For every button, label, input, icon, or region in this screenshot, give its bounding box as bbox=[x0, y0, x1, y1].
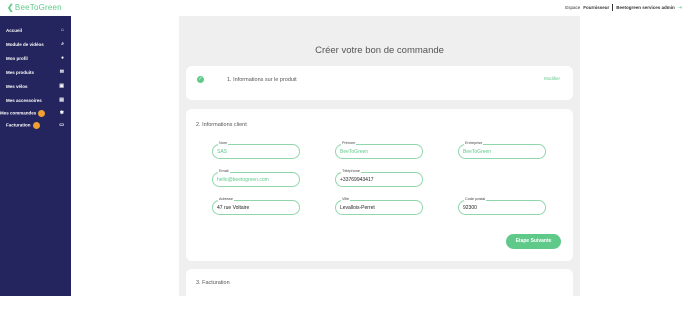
gear-icon: ✱ bbox=[59, 109, 64, 116]
logo[interactable]: ❮ BeeToGreen bbox=[7, 3, 62, 12]
card-icon: ▭ bbox=[59, 121, 64, 128]
space-prefix: Espace bbox=[565, 5, 581, 10]
sidebar-item-profil[interactable]: Mon profil ● bbox=[0, 53, 71, 63]
sidebar-item-accueil[interactable]: Accueil ⌂ bbox=[0, 25, 71, 35]
nom-field[interactable]: Nom SAS bbox=[212, 141, 300, 159]
step2-title: 2. Informations client bbox=[196, 122, 247, 128]
space-name: Fournisseur bbox=[583, 5, 610, 10]
next-step-button[interactable]: Etape Suivante bbox=[506, 234, 561, 249]
field-label: Nom bbox=[218, 141, 229, 145]
field-value: 47 rue Voltaire bbox=[217, 205, 250, 211]
field-value: +33769943417 bbox=[340, 177, 374, 183]
logo-mark-icon: ❮ bbox=[7, 3, 14, 12]
sidebar-item-label: Mes accessoires bbox=[6, 97, 42, 103]
notification-badge bbox=[38, 109, 46, 117]
field-value: BeeToGreen bbox=[463, 149, 492, 155]
logo-text: BeeToGreen bbox=[14, 3, 62, 12]
telephone-field[interactable]: Téléphone +33769943417 bbox=[335, 169, 423, 187]
code-postal-field[interactable]: Code postal 92300 bbox=[458, 197, 546, 215]
step1-title: 1. Informations sur le produit bbox=[227, 77, 297, 83]
field-label: Code postal bbox=[464, 197, 487, 201]
sidebar-item-label: Mes commandes bbox=[0, 110, 37, 116]
check-icon: ✓ bbox=[197, 76, 204, 83]
notification-badge bbox=[32, 121, 40, 129]
field-value: hello@beetogreen.com bbox=[217, 177, 269, 183]
sidebar-item-label: Mon profil bbox=[6, 55, 28, 61]
field-label: Email bbox=[218, 169, 230, 173]
home-icon: ⌂ bbox=[60, 26, 64, 33]
sidebar-item-label: Mes produits bbox=[6, 69, 35, 75]
divider bbox=[612, 4, 614, 11]
sidebar-item-velos[interactable]: Mes vélos ▣ bbox=[0, 81, 71, 91]
sidebar-item-facturation[interactable]: Facturation ▭ bbox=[0, 120, 71, 130]
step3-card[interactable] bbox=[186, 269, 573, 309]
user-icon: ● bbox=[60, 54, 64, 61]
field-value: 92300 bbox=[463, 205, 477, 211]
mail-icon: ✉ bbox=[59, 68, 64, 75]
field-label: Prénom bbox=[341, 141, 357, 145]
field-value: BeeToGreen bbox=[340, 149, 369, 155]
user-area: Espace Fournisseur Beetogreen services a… bbox=[565, 4, 682, 11]
field-value: Levallois-Perret bbox=[340, 205, 375, 211]
sidebar-item-videos[interactable]: Module de vidéos ⌕ bbox=[0, 39, 71, 49]
field-label: Entreprise bbox=[464, 141, 484, 145]
top-bar: ❮ BeeToGreen Espace Fournisseur Beetogre… bbox=[0, 0, 688, 16]
adresse-field[interactable]: Adresse 47 rue Voltaire bbox=[212, 197, 300, 215]
page-title: Créer votre bon de commande bbox=[315, 45, 444, 56]
sidebar-item-label: Module de vidéos bbox=[6, 41, 44, 47]
step1-card[interactable] bbox=[186, 66, 573, 100]
field-value: SAS bbox=[217, 149, 228, 155]
lock-icon: ▣ bbox=[59, 82, 64, 89]
entreprise-field[interactable]: Entreprise BeeToGreen bbox=[458, 141, 546, 159]
sidebar-item-label: Mes vélos bbox=[6, 83, 28, 89]
sidebar-item-label: Accueil bbox=[6, 27, 23, 33]
field-label: Téléphone bbox=[341, 169, 361, 173]
step3-title: 3. Facturation bbox=[196, 280, 230, 286]
modify-link[interactable]: Modifier bbox=[544, 76, 560, 81]
field-label: Adresse bbox=[218, 197, 234, 201]
email-field[interactable]: Email hello@beetogreen.com bbox=[212, 169, 300, 187]
sidebar-item-produits[interactable]: Mes produits ✉ bbox=[0, 67, 71, 77]
sidebar-item-accessoires[interactable]: Mes accessoires ▤ bbox=[0, 95, 71, 105]
field-label: Ville bbox=[341, 197, 351, 201]
sidebar-item-commandes[interactable]: Mes commandes ✱ bbox=[0, 108, 71, 118]
sidebar-item-label: Facturation bbox=[6, 122, 31, 128]
logout-icon[interactable]: ⇥ bbox=[678, 5, 682, 11]
ville-field[interactable]: Ville Levallois-Perret bbox=[335, 197, 423, 215]
prenom-field[interactable]: Prénom BeeToGreen bbox=[335, 141, 423, 159]
briefcase-icon: ▤ bbox=[59, 96, 64, 103]
search-icon: ⌕ bbox=[61, 40, 64, 47]
user-name[interactable]: Beetogreen services admin bbox=[616, 5, 675, 10]
